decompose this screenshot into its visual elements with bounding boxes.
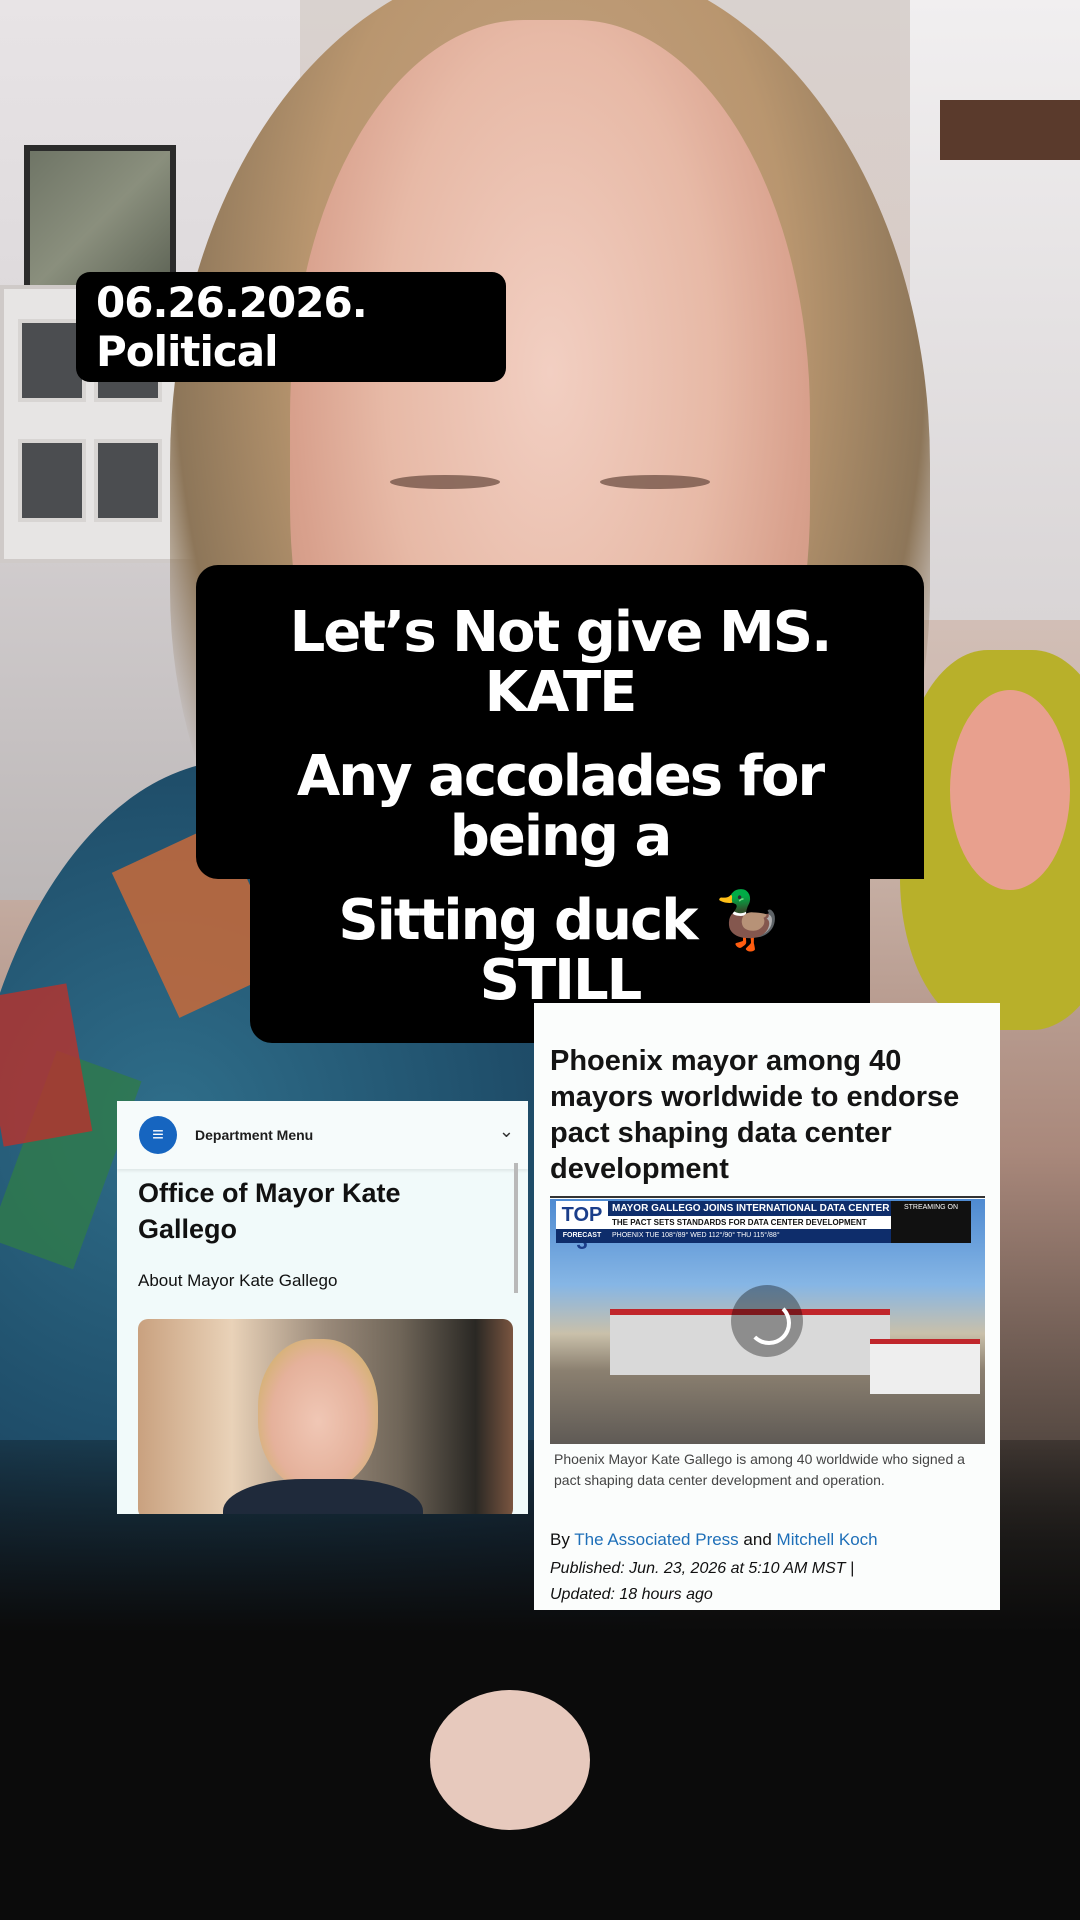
date-tag: 06.26.2026. Political bbox=[76, 272, 506, 382]
chevron-down-icon[interactable]: ⌄ bbox=[499, 1121, 514, 1142]
caption-line-1: Let’s Not give MS. KATE bbox=[196, 565, 924, 735]
loading-spinner-icon bbox=[731, 1285, 803, 1357]
updated-date: Updated: 18 hours ago bbox=[550, 1586, 713, 1603]
page-title: Office of Mayor Kate Gallego bbox=[138, 1178, 401, 1244]
department-menu-label[interactable]: Department Menu bbox=[195, 1127, 313, 1143]
date-tag-text: 06.26.2026. Political bbox=[96, 278, 368, 376]
author-link-ap[interactable]: The Associated Press bbox=[574, 1530, 738, 1549]
byline-prefix: By bbox=[550, 1530, 570, 1549]
article-headline: Phoenix mayor among 40 mayors worldwide … bbox=[550, 1045, 960, 1185]
scrollbar[interactable] bbox=[514, 1163, 518, 1293]
caption-line-2: Any accolades for being a bbox=[196, 735, 924, 879]
headline-divider bbox=[550, 1196, 985, 1198]
news-article-card: Phoenix mayor among 40 mayors worldwide … bbox=[534, 1003, 1000, 1610]
publish-info: Published: Jun. 23, 2026 at 5:10 AM MST … bbox=[550, 1560, 855, 1603]
streaming-label: STREAMING ON bbox=[891, 1201, 971, 1243]
video-caption: Phoenix Mayor Kate Gallego is among 40 w… bbox=[554, 1451, 965, 1488]
coral-cushion bbox=[950, 690, 1070, 890]
background-shelf bbox=[940, 100, 1080, 160]
top3-badge: TOP 3 bbox=[556, 1201, 608, 1254]
caption-box: Let’s Not give MS. KATE Any accolades fo… bbox=[196, 565, 924, 1043]
hamburger-menu-icon[interactable]: ≡ bbox=[139, 1116, 177, 1154]
byline-join: and bbox=[743, 1530, 772, 1549]
banner-subtitle: THE PACT SETS STANDARDS FOR DATA CENTER … bbox=[608, 1216, 891, 1229]
article-byline: By The Associated Press and Mitchell Koc… bbox=[550, 1530, 878, 1550]
person-hands bbox=[430, 1690, 590, 1830]
mayor-photo bbox=[138, 1319, 513, 1514]
forecast-badge: FORECAST bbox=[556, 1229, 608, 1243]
background-wall-right bbox=[910, 0, 1080, 620]
banner-title: MAYOR GALLEGO JOINS INTERNATIONAL DATA C… bbox=[608, 1201, 891, 1216]
about-link[interactable]: About Mayor Kate Gallego bbox=[138, 1271, 337, 1291]
data-center-building-2 bbox=[870, 1339, 980, 1394]
author-link-koch[interactable]: Mitchell Koch bbox=[777, 1530, 878, 1549]
published-date: Published: Jun. 23, 2026 at 5:10 AM MST bbox=[550, 1560, 846, 1577]
city-website-card: ≡ Department Menu ⌄ Office of Mayor Kate… bbox=[117, 1101, 528, 1514]
forecast-strip: PHOENIX TUE 108°/89° WED 112°/90° THU 11… bbox=[608, 1229, 891, 1243]
news-lower-third: TOP 3 FORECAST MAYOR GALLEGO JOINS INTER… bbox=[556, 1201, 971, 1254]
department-menu-bar[interactable]: ≡ Department Menu ⌄ bbox=[117, 1101, 528, 1169]
